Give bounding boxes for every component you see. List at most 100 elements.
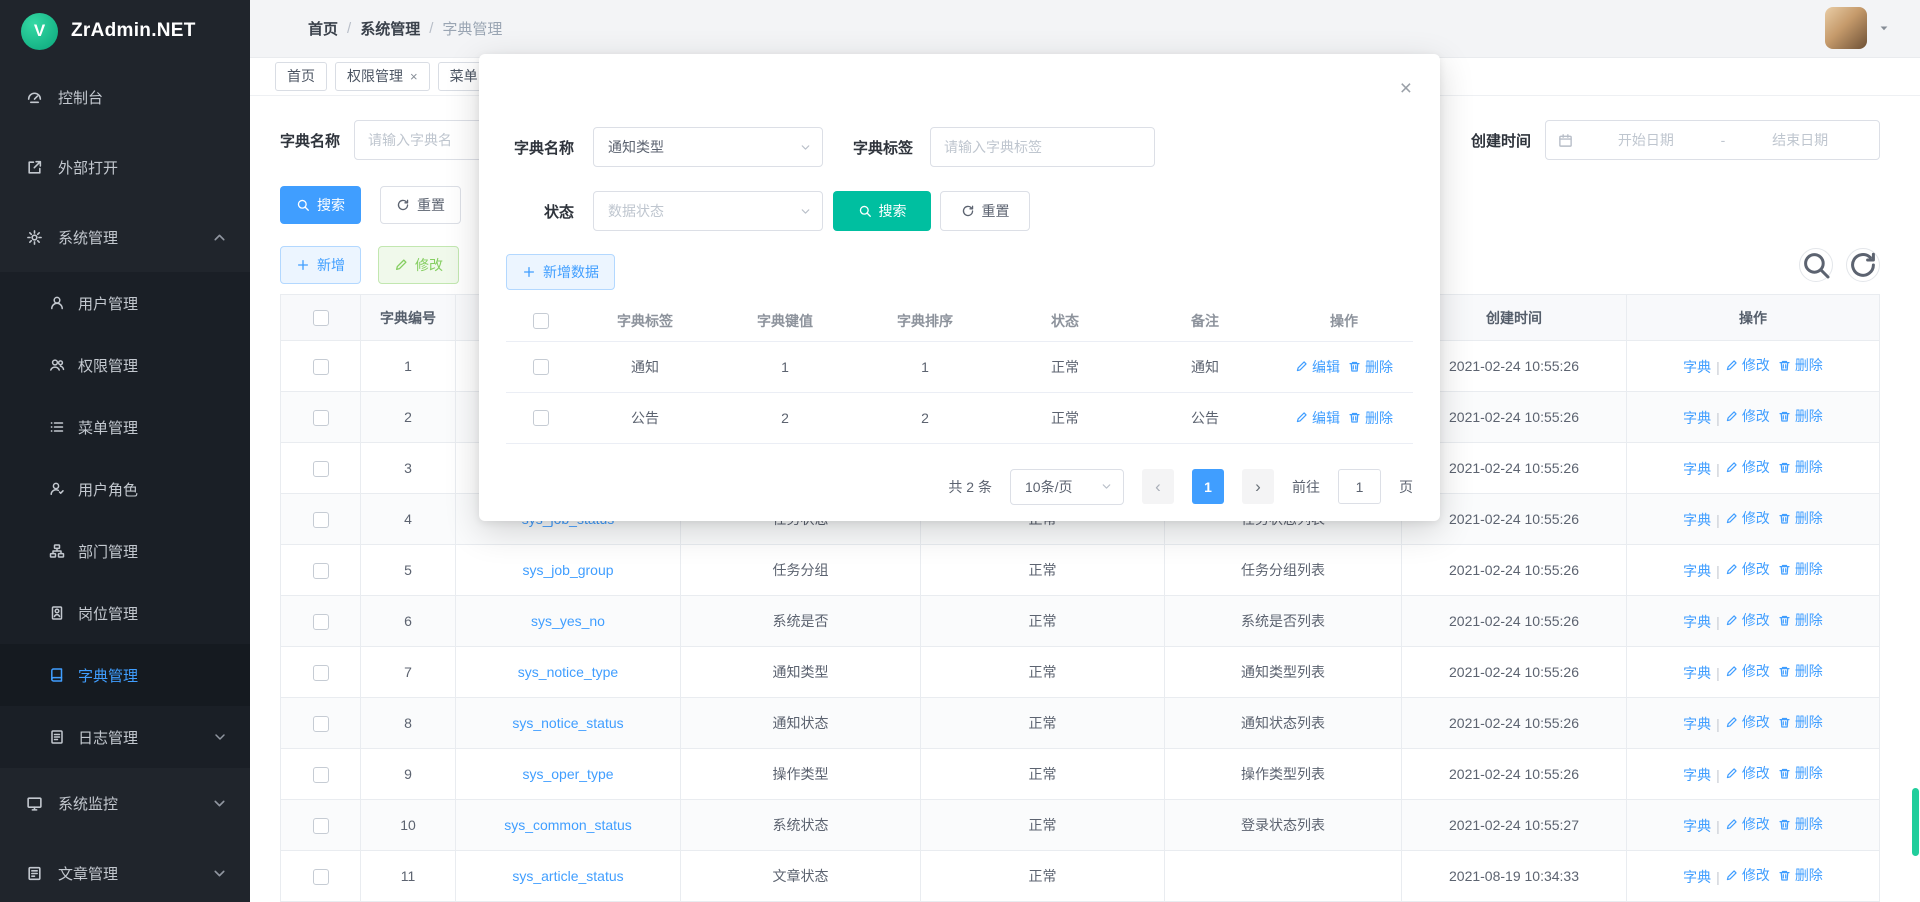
refresh-table-button[interactable] [1846,248,1880,282]
dict-type-link[interactable]: sys_notice_type [518,664,618,680]
select-all-checkbox[interactable] [313,310,329,326]
dict-data-link[interactable]: 字典 [1683,867,1711,887]
user-avatar[interactable] [1825,7,1867,49]
sidebar-subitem-7[interactable]: 日志管理 [0,706,250,768]
row-checkbox[interactable] [313,461,329,477]
modify-link[interactable]: 修改 [1725,355,1770,375]
tab-0[interactable]: 首页 [275,62,327,91]
sidebar-subitem-1[interactable]: 权限管理 [0,334,250,396]
sidebar-item-0[interactable]: 控制台 [0,62,250,132]
modify-link[interactable]: 修改 [1725,763,1770,783]
close-icon[interactable]: × [410,69,418,84]
sidebar-item-4[interactable]: 文章管理 [0,838,250,902]
row-checkbox[interactable] [313,869,329,885]
scrollbar-thumb[interactable] [1912,788,1919,856]
delete-link[interactable]: 删除 [1778,814,1823,834]
dict-data-link[interactable]: 字典 [1683,765,1711,785]
sidebar-subitem-4[interactable]: 部门管理 [0,520,250,582]
row-checkbox[interactable] [313,665,329,681]
modify-link[interactable]: 修改 [1725,712,1770,732]
reset-button[interactable]: 重置 [380,186,461,224]
dict-data-link[interactable]: 字典 [1683,510,1711,530]
row-checkbox[interactable] [313,563,329,579]
dict-data-link[interactable]: 字典 [1683,612,1711,632]
delete-link[interactable]: 删除 [1778,406,1823,426]
toggle-search-button[interactable] [1799,248,1833,282]
dict-data-link[interactable]: 字典 [1683,561,1711,581]
delete-link[interactable]: 删除 [1778,865,1823,885]
edit-link[interactable]: 编辑 [1295,357,1340,377]
modify-button[interactable]: 修改 [378,246,459,284]
sidebar-subitem-0[interactable]: 用户管理 [0,272,250,334]
modify-link[interactable]: 修改 [1725,406,1770,426]
modify-link[interactable]: 修改 [1725,610,1770,630]
next-page-button[interactable]: › [1242,469,1274,504]
dict-data-link[interactable]: 字典 [1683,459,1711,479]
delete-link[interactable]: 删除 [1778,355,1823,375]
dict-type-link[interactable]: sys_yes_no [531,613,605,629]
modify-link[interactable]: 修改 [1725,457,1770,477]
close-icon[interactable]: × [1400,78,1412,99]
breadcrumb-item[interactable]: 首页 [308,18,338,39]
modify-link[interactable]: 修改 [1725,559,1770,579]
sidebar-item-3[interactable]: 系统监控 [0,768,250,838]
sidebar-subitem-6[interactable]: 字典管理 [0,644,250,706]
select-all-checkbox[interactable] [533,313,549,329]
dict-name-select[interactable]: 通知类型 [593,127,823,167]
breadcrumb-item[interactable]: 系统管理 [360,18,420,39]
dialog-search-button[interactable]: 搜索 [833,191,931,231]
dict-data-link[interactable]: 字典 [1683,714,1711,734]
delete-link[interactable]: 删除 [1348,408,1393,428]
sidebar-subitem-5[interactable]: 岗位管理 [0,582,250,644]
delete-link[interactable]: 删除 [1778,508,1823,528]
row-checkbox[interactable] [313,614,329,630]
row-checkbox[interactable] [313,410,329,426]
prev-page-button[interactable]: ‹ [1142,469,1174,504]
brand[interactable]: V ZrAdmin.NET [0,0,250,62]
row-checkbox[interactable] [533,359,549,375]
dict-type-link[interactable]: sys_job_group [522,562,613,578]
modify-link[interactable]: 修改 [1725,508,1770,528]
dict-data-link[interactable]: 字典 [1683,663,1711,683]
search-button[interactable]: 搜索 [280,186,361,224]
delete-link[interactable]: 删除 [1778,712,1823,732]
dict-type-link[interactable]: sys_notice_status [512,715,623,731]
dialog-reset-button[interactable]: 重置 [940,191,1030,231]
modify-link[interactable]: 修改 [1725,814,1770,834]
goto-page-input[interactable] [1338,469,1381,504]
row-checkbox[interactable] [313,512,329,528]
edit-link[interactable]: 编辑 [1295,408,1340,428]
delete-link[interactable]: 删除 [1778,559,1823,579]
row-checkbox[interactable] [313,359,329,375]
dict-type-link[interactable]: sys_oper_type [522,766,613,782]
add-data-button[interactable]: 新增数据 [506,254,615,290]
sidebar-subitem-3[interactable]: 用户角色 [0,458,250,520]
row-checkbox[interactable] [313,716,329,732]
breadcrumb-item[interactable]: 字典管理 [442,18,502,39]
create-time-range-picker[interactable]: 开始日期 - 结束日期 [1545,120,1880,160]
delete-link[interactable]: 删除 [1778,763,1823,783]
delete-link[interactable]: 删除 [1778,610,1823,630]
tab-1[interactable]: 权限管理× [335,62,430,91]
dict-data-link[interactable]: 字典 [1683,408,1711,428]
modify-link[interactable]: 修改 [1725,865,1770,885]
status-select[interactable]: 数据状态 [593,191,823,231]
dict-type-link[interactable]: sys_common_status [504,817,632,833]
delete-link[interactable]: 删除 [1778,661,1823,681]
add-button[interactable]: 新增 [280,246,361,284]
dict-data-link[interactable]: 字典 [1683,816,1711,836]
caret-down-icon[interactable] [1878,22,1890,34]
delete-link[interactable]: 删除 [1348,357,1393,377]
row-checkbox[interactable] [313,818,329,834]
dict-type-link[interactable]: sys_article_status [512,868,623,884]
modify-link[interactable]: 修改 [1725,661,1770,681]
dict-label-input[interactable] [930,127,1155,167]
sidebar-item-2[interactable]: 系统管理 [0,202,250,272]
current-page[interactable]: 1 [1192,469,1224,504]
dict-data-link[interactable]: 字典 [1683,357,1711,377]
row-checkbox[interactable] [533,410,549,426]
sidebar-subitem-2[interactable]: 菜单管理 [0,396,250,458]
row-checkbox[interactable] [313,767,329,783]
delete-link[interactable]: 删除 [1778,457,1823,477]
sidebar-item-1[interactable]: 外部打开 [0,132,250,202]
